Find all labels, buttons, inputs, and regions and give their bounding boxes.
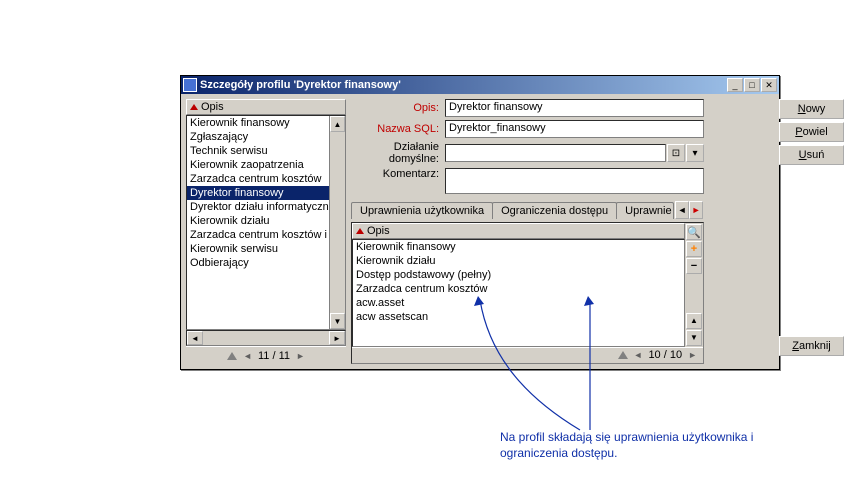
record-counter: 11 / 11	[258, 350, 290, 362]
vertical-scrollbar[interactable]: ▲ ▼	[329, 116, 345, 329]
sort-indicator-icon	[190, 104, 198, 110]
maximize-button[interactable]: □	[744, 78, 760, 92]
left-statusbar: ◄ 11 / 11 ►	[186, 346, 346, 364]
nav-prev-button[interactable]: ◄	[243, 351, 252, 361]
permission-list-item[interactable]: Kierownik działu	[353, 254, 684, 268]
comment-label: Komentarz:	[351, 168, 441, 180]
default-action-input[interactable]	[445, 144, 666, 162]
profile-list-item[interactable]: Kierownik serwisu	[187, 242, 329, 256]
scroll-down-button[interactable]: ▼	[330, 313, 345, 329]
sort-indicator-icon	[356, 228, 364, 234]
new-button[interactable]: Nowy	[779, 99, 844, 119]
tab-permissions[interactable]: Uprawnie	[616, 202, 674, 219]
profile-list-item[interactable]: Kierownik działu	[187, 214, 329, 228]
permission-list-item[interactable]: acw.asset	[353, 296, 684, 310]
profile-list-header[interactable]: Opis	[186, 99, 346, 115]
comment-textarea[interactable]	[445, 168, 704, 194]
perm-column-label: Opis	[367, 225, 390, 237]
tab-strip: Uprawnienia użytkownika Ograniczenia dos…	[351, 201, 704, 219]
sql-input[interactable]: Dyrektor_finansowy	[445, 120, 704, 138]
perm-list-header[interactable]: Opis	[352, 223, 685, 239]
default-action-label: Działanie domyślne:	[351, 141, 441, 165]
tab-user-permissions[interactable]: Uprawnienia użytkownika	[351, 202, 493, 219]
delete-button[interactable]: Usuń	[779, 145, 844, 165]
dropdown-button[interactable]: ▾	[686, 144, 704, 162]
permission-list-item[interactable]: Zarzadca centrum kosztów	[353, 282, 684, 296]
nav-prev-button[interactable]: ◄	[634, 350, 643, 360]
opis-input[interactable]: Dyrektor finansowy	[445, 99, 704, 117]
tab-access-restrictions[interactable]: Ograniczenia dostępu	[492, 202, 617, 219]
sql-label: Nazwa SQL:	[351, 123, 441, 135]
opis-label: Opis:	[351, 102, 441, 114]
annotation-text: Na profil składają się uprawnienia użytk…	[500, 430, 790, 461]
perm-statusbar: ◄ 10 / 10 ►	[352, 347, 703, 363]
column-header-label: Opis	[201, 101, 224, 113]
profile-list-item[interactable]: Zarzadca centrum kosztów	[187, 172, 329, 186]
permissions-listbox[interactable]: Kierownik finansowyKierownik działuDostę…	[352, 239, 685, 347]
remove-button[interactable]: −	[686, 258, 702, 274]
permission-list-item[interactable]: Dostęp podstawowy (pełny)	[353, 268, 684, 282]
nav-first-button[interactable]	[227, 352, 237, 360]
nav-first-button[interactable]	[618, 351, 628, 359]
profile-list-item[interactable]: Kierownik finansowy	[187, 116, 329, 130]
profile-list-item[interactable]: Dyrektor działu informatyczne	[187, 200, 329, 214]
profile-list-item[interactable]: Odbierający	[187, 256, 329, 270]
close-window-button[interactable]: ✕	[761, 78, 777, 92]
horizontal-scrollbar[interactable]: ◄ ►	[186, 330, 346, 346]
scroll-left-button[interactable]: ◄	[187, 331, 203, 345]
profile-list-item[interactable]: Dyrektor finansowy	[187, 186, 329, 200]
nav-next-button[interactable]: ►	[296, 351, 305, 361]
permission-list-item[interactable]: Kierownik finansowy	[353, 240, 684, 254]
form-fields: Opis: Dyrektor finansowy Nazwa SQL: Dyre…	[351, 99, 704, 194]
nav-next-button[interactable]: ►	[688, 350, 697, 360]
app-icon	[183, 78, 197, 92]
lookup-button[interactable]: ⊡	[667, 144, 685, 162]
details-panel: Nowy Powiel Usuń Zamknij Opis: Dyrektor …	[351, 99, 774, 364]
action-buttons: Nowy Powiel Usuń Zamknij	[779, 99, 844, 356]
profile-list-item[interactable]: Zgłaszający	[187, 130, 329, 144]
scroll-right-button[interactable]: ►	[329, 331, 345, 345]
list-toolbar: 🔍 + − ▲ ▼	[685, 223, 703, 347]
close-button[interactable]: Zamknij	[779, 336, 844, 356]
scroll-up-button[interactable]: ▲	[686, 313, 702, 329]
profile-list-item[interactable]: Technik serwisu	[187, 144, 329, 158]
profile-listbox[interactable]: Kierownik finansowyZgłaszającyTechnik se…	[186, 115, 346, 330]
tab-scroll-left-button[interactable]: ◄	[675, 201, 689, 219]
permission-list-item[interactable]: acw assetscan	[353, 310, 684, 324]
perm-record-counter: 10 / 10	[648, 349, 682, 361]
duplicate-button[interactable]: Powiel	[779, 122, 844, 142]
profile-details-window: Szczegóły profilu 'Dyrektor finansowy' _…	[180, 75, 780, 370]
profile-list-panel: Opis Kierownik finansowyZgłaszającyTechn…	[186, 99, 346, 364]
search-button[interactable]: 🔍	[686, 224, 702, 240]
minimize-button[interactable]: _	[727, 78, 743, 92]
add-button[interactable]: +	[686, 241, 702, 257]
window-title: Szczegóły profilu 'Dyrektor finansowy'	[200, 79, 726, 91]
tab-scroll-right-button[interactable]: ►	[689, 201, 703, 219]
profile-list-item[interactable]: Zarzadca centrum kosztów i c	[187, 228, 329, 242]
tab-content: Opis Kierownik finansowyKierownik działu…	[351, 222, 704, 364]
scroll-up-button[interactable]: ▲	[330, 116, 345, 132]
profile-list-item[interactable]: Kierownik zaopatrzenia	[187, 158, 329, 172]
titlebar: Szczegóły profilu 'Dyrektor finansowy' _…	[181, 76, 779, 94]
scroll-down-button[interactable]: ▼	[686, 330, 702, 346]
